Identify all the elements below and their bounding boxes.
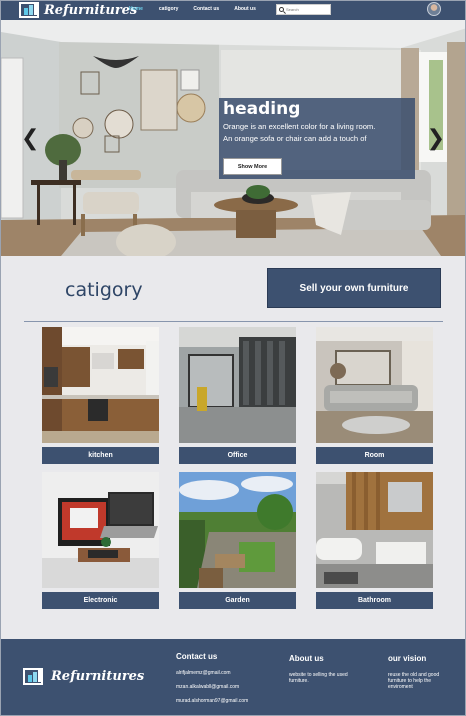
prev-slide-arrow-icon[interactable]: ❮ [21, 128, 39, 150]
footer-about: About us website to selling the used fur… [289, 654, 348, 684]
logo-icon [19, 2, 39, 18]
search-box [276, 4, 331, 15]
category-card-office[interactable]: Office [179, 327, 296, 464]
hero-caption: heading Orange is an excellent color for… [219, 98, 415, 179]
about-text-line: furniture. [289, 678, 309, 684]
search-input[interactable] [286, 5, 330, 14]
category-title: catigory [65, 279, 143, 301]
category-label: kitchen [42, 447, 159, 464]
vision-text-line: enviroment [388, 684, 413, 690]
hero-text-line: Orange is an excellent color for a livin… [223, 122, 376, 131]
page: Refurnitures Home catigory Contact us Ab… [0, 0, 466, 716]
kitchen-image [42, 327, 159, 443]
footer: Refurnitures Contact us alrifjalmemz@gma… [1, 639, 465, 715]
brand-logo[interactable]: Refurnitures [19, 2, 137, 18]
bathroom-image [316, 472, 433, 588]
category-label: Garden [179, 592, 296, 609]
footer-vision: our vision reuse the old and good furnit… [388, 654, 460, 690]
footer-logo[interactable]: Refurnitures [23, 668, 144, 685]
category-card-bathroom[interactable]: Bathroom [316, 472, 433, 609]
category-card-garden[interactable]: Garden [179, 472, 296, 609]
contact-email[interactable]: murad.alshorman97@gmail.com [176, 698, 248, 704]
nav-link-catigory[interactable]: catigory [159, 6, 178, 12]
footer-about-title: About us [289, 654, 324, 663]
nav-link-contact[interactable]: Contact us [193, 6, 219, 12]
hero-text: Orange is an excellent color for a livin… [223, 121, 413, 145]
category-label: Room [316, 447, 433, 464]
next-slide-arrow-icon[interactable]: ❯ [427, 128, 445, 150]
category-card-electronic[interactable]: Electronic [42, 472, 159, 609]
sell-furniture-button[interactable]: Sell your own furniture [267, 268, 441, 308]
category-card-kitchen[interactable]: kitchen [42, 327, 159, 464]
hero-text-line: An orange sofa or chair can add a touch … [223, 134, 367, 143]
logo-icon [23, 668, 43, 685]
divider [24, 321, 443, 322]
office-image [179, 327, 296, 443]
hero-slider: ❮ ❯ heading Orange is an excellent color… [1, 20, 465, 256]
show-more-button[interactable]: Show More [223, 158, 282, 175]
brand-name: Refurnitures [44, 2, 138, 18]
contact-email[interactable]: mzan.alkalwabll@gmail.com [176, 684, 248, 690]
avatar[interactable] [427, 2, 441, 16]
footer-contact: Contact us alrifjalmemz@gmail.com mzan.a… [176, 652, 248, 712]
nav-links: Home catigory Contact us About us [129, 6, 256, 12]
nav-link-about[interactable]: About us [234, 6, 256, 12]
category-card-room[interactable]: Room [316, 327, 433, 464]
navbar: Refurnitures Home catigory Contact us Ab… [1, 1, 465, 20]
footer-contact-title: Contact us [176, 652, 218, 661]
category-label: Electronic [42, 592, 159, 609]
footer-brand-name: Refurnitures [51, 669, 145, 684]
room-image [316, 327, 433, 443]
garden-image [179, 472, 296, 588]
electronic-image [42, 472, 159, 588]
search-icon[interactable] [279, 7, 284, 12]
nav-link-home[interactable]: Home [129, 6, 143, 12]
footer-vision-title: our vision [388, 654, 427, 663]
contact-email[interactable]: alrifjalmemz@gmail.com [176, 670, 248, 676]
category-label: Office [179, 447, 296, 464]
hero-heading: heading [223, 99, 301, 119]
category-label: Bathroom [316, 592, 433, 609]
